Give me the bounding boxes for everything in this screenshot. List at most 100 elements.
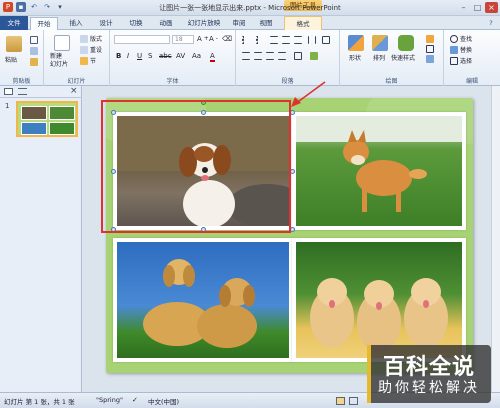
thumb-photo-1 [21,106,47,120]
sorter-view-icon[interactable] [349,397,358,405]
layout-icon [80,34,88,43]
photo-puppies[interactable] [292,238,466,362]
layout-button[interactable]: 版式 [80,34,102,43]
tab-transitions[interactable]: 切换 [122,17,150,30]
numbering-icon[interactable] [256,36,264,44]
justify-icon[interactable] [278,52,286,60]
strikethrough-icon[interactable]: abc [159,52,172,60]
language-status[interactable]: 中文(中国) [148,396,179,406]
change-case-icon[interactable]: Aa [192,52,201,60]
font-group-label: 字体 [166,78,179,85]
arrange-icon[interactable] [372,35,388,51]
char-spacing-icon[interactable]: AV [176,52,185,60]
tab-home[interactable]: 开始 [30,17,58,31]
replace-label: 替换 [460,47,473,54]
paste-button[interactable]: 粘贴 [5,55,17,64]
photo-golden-sky[interactable] [113,238,293,362]
replace-button[interactable]: 替换 [450,45,472,54]
decrease-indent-icon[interactable] [270,36,278,44]
reset-label: 重设 [90,47,103,54]
vertical-scrollbar[interactable] [491,86,500,392]
align-right-icon[interactable] [266,52,274,60]
clipboard-group-label: 剪贴板 [12,78,31,85]
shapes-icon[interactable] [348,35,364,51]
font-group: 18 A + A- ⌫ B I U S abc AV Aa A 字体 [110,30,236,86]
close-pane-icon[interactable]: × [70,86,78,96]
editing-group-label: 编辑 [465,78,478,85]
find-button[interactable]: 查找 [450,34,472,43]
grow-font-icon[interactable]: A + [197,35,209,43]
text-direction-icon[interactable] [322,36,330,44]
clipboard-group: 粘贴 剪贴板 [0,30,44,86]
replace-icon [450,45,458,54]
ribbon-tabs: 文件 开始 插入 设计 切换 动画 幻灯片放映 审阅 视图 格式 ? [0,16,500,31]
tab-review[interactable]: 审阅 [226,17,252,30]
thumb-photo-3 [21,122,47,135]
select-label: 选择 [460,58,473,65]
shadow-icon[interactable]: S [148,52,152,60]
window-title: 让图片一张一张地显示出来.pptx - Microsoft PowerPoint [159,4,341,12]
clear-format-icon[interactable]: ⌫ [222,35,232,43]
columns-icon[interactable] [308,36,316,44]
align-left-icon[interactable] [242,52,250,60]
maximize-icon[interactable]: □ [471,2,484,13]
font-size-box[interactable]: 18 [172,35,194,44]
tab-format[interactable]: 格式 [284,16,322,30]
close-icon[interactable]: × [485,2,498,13]
arrange-button[interactable]: 排列 [373,53,385,62]
select-button[interactable]: 选择 [450,56,472,65]
new-slide-button[interactable]: 新建 幻灯片 [50,53,68,69]
section-button[interactable]: 节 [80,56,96,65]
spellcheck-icon[interactable]: ✓ [132,396,138,404]
italic-icon[interactable]: I [127,52,129,60]
find-icon [450,34,458,43]
font-name-box[interactable] [114,35,170,44]
puppies-illustration [310,278,448,352]
watermark-subtitle: 助你轻松解决 [378,380,480,396]
tab-design[interactable]: 设计 [92,17,120,30]
minimize-icon[interactable]: – [457,2,470,13]
slides-group: 新建 幻灯片 版式 重设 节 幻灯片 [44,30,110,86]
underline-icon[interactable]: U [137,52,142,60]
shape-outline-icon[interactable] [426,45,434,53]
slide-thumbnail-pane: × 1 [0,86,82,392]
title-bar: P ▪ ↶ ↷ ▾ 图片工具 让图片一张一张地显示出来.pptx - Micro… [0,0,500,16]
align-center-icon[interactable] [254,52,262,60]
shiba-illustration [296,116,462,212]
shape-fill-icon[interactable] [426,35,434,43]
reset-icon [80,45,88,54]
tab-slideshow[interactable]: 幻灯片放映 [182,17,226,30]
tab-animations[interactable]: 动画 [152,17,180,30]
font-color-icon[interactable]: A [210,52,215,62]
tab-view[interactable]: 视图 [254,17,278,30]
shape-effects-icon[interactable] [426,55,434,63]
tab-file[interactable]: 文件 [0,16,28,30]
increase-indent-icon[interactable] [282,36,290,44]
quick-styles-icon[interactable] [398,35,414,51]
format-painter-icon[interactable] [30,58,38,66]
normal-view-icon[interactable] [336,397,345,405]
outline-tab-icon[interactable] [18,88,27,95]
cut-icon[interactable] [30,36,38,44]
bullets-icon[interactable] [242,36,250,44]
new-slide-icon[interactable] [54,35,70,51]
photo-shiba-field[interactable] [292,112,466,230]
bold-icon[interactable]: B [116,52,121,60]
shapes-button[interactable]: 形状 [349,53,361,62]
slide-position-status: 幻灯片 第 1 张，共 1 张 [4,398,75,406]
paste-icon[interactable] [6,36,22,52]
line-spacing-icon[interactable] [294,36,302,44]
golden-retriever-illustration [143,259,257,348]
copy-icon[interactable] [30,47,38,55]
align-text-icon[interactable] [294,52,302,60]
shrink-font-icon[interactable]: A- [209,35,218,43]
select-icon [450,56,458,65]
reset-button[interactable]: 重设 [80,45,102,54]
slide-thumbnail[interactable] [16,101,78,137]
quick-styles-button[interactable]: 快速样式 [391,53,415,62]
help-icon[interactable]: ? [486,17,496,30]
slides-tab-icon[interactable] [4,88,13,95]
tab-insert[interactable]: 插入 [62,17,90,30]
paragraph-group: 段落 [236,30,340,86]
smartart-icon[interactable] [310,52,318,60]
